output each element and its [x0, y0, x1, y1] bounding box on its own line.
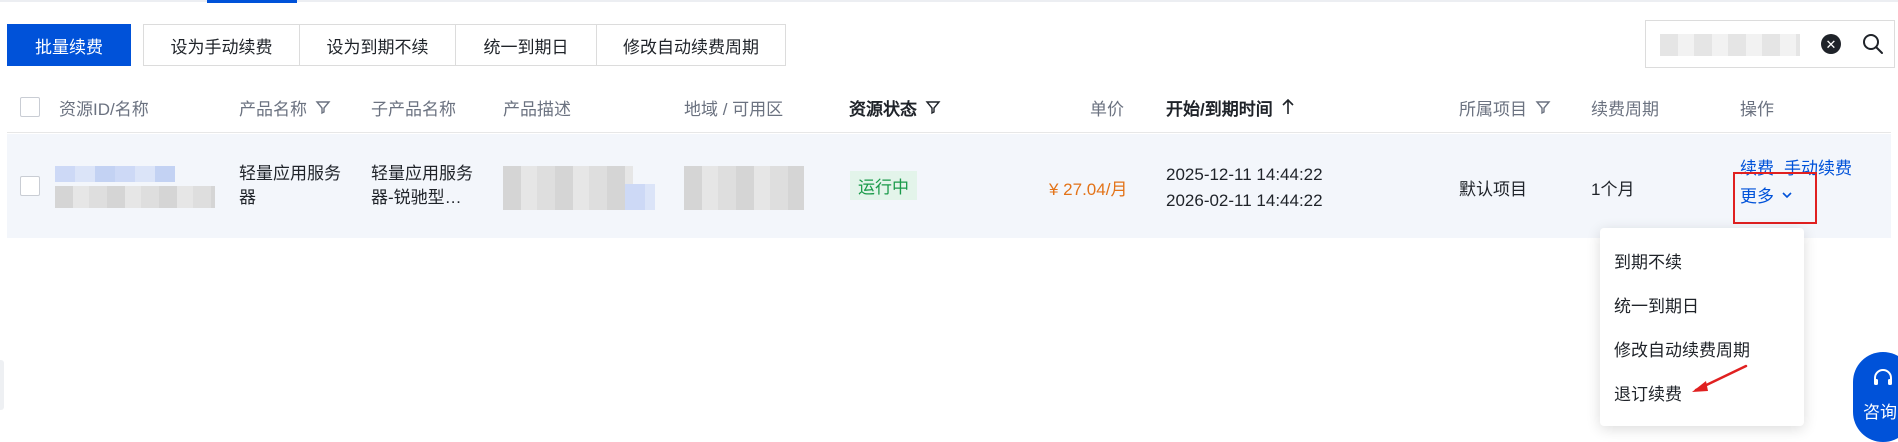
highlight-box	[1733, 172, 1817, 224]
set-manual-renew-button[interactable]: 设为手动续费	[144, 25, 300, 65]
consult-button[interactable]: 咨询	[1853, 352, 1898, 442]
col-unit-price: 单价	[1090, 99, 1124, 119]
search-input[interactable]: ✕	[1645, 20, 1895, 68]
resource-id-redacted[interactable]	[55, 166, 175, 182]
close-circle-icon[interactable]: ✕	[1821, 34, 1841, 54]
col-status-label: 资源状态	[849, 99, 917, 119]
col-actions: 操作	[1740, 99, 1774, 119]
headset-icon	[1874, 369, 1892, 385]
set-no-renew-button[interactable]: 设为到期不续	[300, 25, 456, 65]
search-value-redacted	[1660, 34, 1800, 56]
end-time: 2026-02-11 14:44:22	[1166, 191, 1323, 210]
menu-item-unsubscribe-renew[interactable]: 退订续费	[1614, 380, 1682, 405]
col-description: 产品描述	[503, 99, 571, 119]
select-all-checkbox[interactable]	[20, 97, 40, 117]
col-project-label: 所属项目	[1459, 99, 1527, 119]
sub-product-name: 轻量应用服务 器-锐驰型…	[371, 162, 473, 210]
menu-item-modify-cycle[interactable]: 修改自动续费周期	[1614, 336, 1750, 361]
unify-expiry-button[interactable]: 统一到期日	[456, 25, 597, 65]
sub-product-line2: 器-锐驰型…	[371, 188, 462, 207]
col-period-time[interactable]: 开始/到期时间	[1166, 82, 1295, 132]
annotation-arrow	[1692, 364, 1748, 392]
col-sub-product: 子产品名称	[371, 99, 456, 119]
table-header: 资源ID/名称 产品名称 子产品名称 产品描述 地域 / 可用区 资源状态 单价…	[7, 82, 1891, 133]
modify-auto-renew-cycle-button[interactable]: 修改自动续费周期	[597, 25, 785, 65]
col-renew-cycle: 续费周期	[1591, 99, 1659, 119]
menu-item-unify-expiry[interactable]: 统一到期日	[1614, 292, 1699, 317]
project-name: 默认项目	[1459, 180, 1527, 199]
product-name-line2: 器	[239, 188, 256, 207]
product-name-line1: 轻量应用服务	[239, 164, 341, 183]
sort-up-icon[interactable]	[1281, 98, 1295, 116]
sub-product-line1: 轻量应用服务	[371, 164, 473, 183]
action-button-group: 设为手动续费 设为到期不续 统一到期日 修改自动续费周期	[143, 24, 786, 66]
col-resource: 资源ID/名称	[59, 99, 149, 119]
filter-icon[interactable]	[315, 99, 331, 115]
filter-icon[interactable]	[1535, 99, 1551, 115]
batch-renew-button[interactable]: 批量续费	[7, 24, 131, 66]
start-time: 2025-12-11 14:44:22	[1166, 165, 1323, 184]
side-tab[interactable]	[0, 360, 4, 410]
col-product[interactable]: 产品名称	[239, 82, 331, 132]
resource-name-redacted	[55, 186, 215, 208]
period-time: 2025-12-11 14:44:22 2026-02-11 14:44:22	[1166, 162, 1323, 214]
product-name: 轻量应用服务 器	[239, 162, 341, 210]
region-redacted	[684, 166, 804, 210]
col-status[interactable]: 资源状态	[849, 82, 941, 132]
col-period-time-label: 开始/到期时间	[1166, 99, 1273, 119]
menu-item-no-renew[interactable]: 到期不续	[1614, 248, 1682, 273]
product-description-redacted	[503, 166, 633, 210]
search-icon[interactable]	[1861, 32, 1885, 56]
col-project[interactable]: 所属项目	[1459, 82, 1551, 132]
active-tab-indicator	[207, 0, 297, 3]
unit-price: ¥ 27.04/月	[1049, 180, 1128, 199]
status-badge: 运行中	[850, 171, 917, 200]
col-region: 地域 / 可用区	[684, 99, 784, 119]
renew-cycle: 1个月	[1591, 180, 1635, 199]
product-description-redacted-accent	[625, 184, 655, 210]
filter-icon[interactable]	[925, 99, 941, 115]
row-checkbox[interactable]	[20, 176, 40, 196]
table-row: 轻量应用服务 器 轻量应用服务 器-锐驰型… 运行中 ¥ 27.04/月 202…	[7, 134, 1891, 238]
col-product-label: 产品名称	[239, 99, 307, 119]
consult-label: 咨询	[1863, 403, 1897, 422]
